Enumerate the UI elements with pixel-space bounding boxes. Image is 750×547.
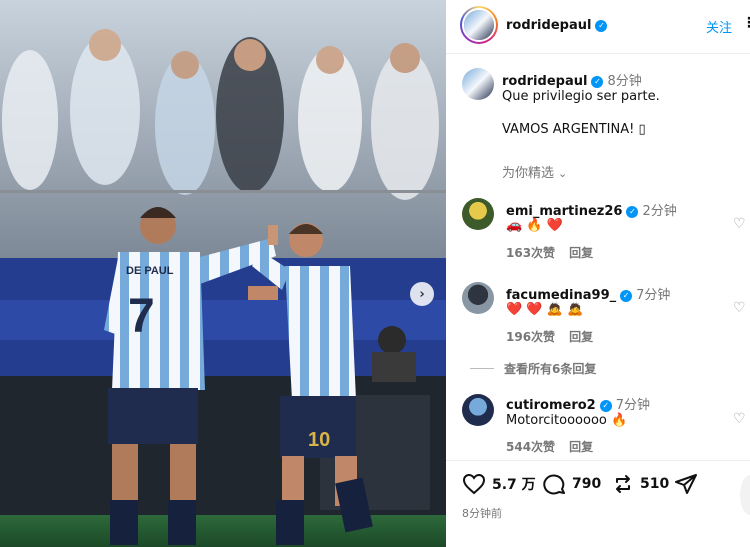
comment-meta: 544次赞 回复 [506, 438, 593, 455]
chevron-down-icon: ⌄ [558, 167, 568, 180]
photo-scene: DE PAUL 7 10 [0, 0, 446, 547]
repost-button[interactable]: 510 [612, 473, 669, 495]
jersey-name-text: DE PAUL [126, 265, 174, 277]
verified-icon: ✓ [591, 76, 604, 88]
comment-text: ❤️ ❤️ 🙇 🙇 [506, 302, 584, 317]
author-username[interactable]: rodridepaul ✓ [506, 18, 608, 33]
comment-time: 2分钟 [642, 204, 677, 219]
post-header: rodridepaul ✓ 关注 ⋮ [446, 0, 750, 54]
like-count: 5.7 万 [492, 477, 536, 493]
comment-like-count[interactable]: 196次赞 [506, 330, 555, 344]
like-button[interactable]: 5.7 万 [462, 473, 536, 495]
comment-like-count[interactable]: 163次赞 [506, 246, 555, 260]
comment-text: 🚗 🔥 ❤️ [506, 218, 563, 233]
author-username-text[interactable]: rodridepaul [506, 18, 591, 33]
comment-like-count[interactable]: 544次赞 [506, 440, 555, 454]
caption-avatar[interactable] [462, 68, 494, 100]
jersey-number-right-text: 10 [308, 429, 330, 451]
comment-username[interactable]: facumedina99_ ✓ 7分钟 [506, 284, 670, 303]
comment-button[interactable]: 790 [542, 473, 601, 495]
send-icon[interactable] [674, 473, 698, 495]
repost-icon[interactable] [612, 473, 634, 495]
repost-count: 510 [640, 476, 670, 492]
translate-label[interactable]: 为你精选 [502, 166, 554, 181]
next-photo-button[interactable]: › [410, 282, 434, 306]
comment-meta: 196次赞 回复 [506, 328, 593, 345]
comment-like-heart-icon[interactable]: ♡ [733, 300, 746, 316]
comment-username-text[interactable]: facumedina99_ [506, 288, 616, 303]
more-options-icon[interactable]: ⋮ [742, 15, 750, 31]
verified-icon: ✓ [599, 400, 612, 412]
verified-icon: ✓ [595, 20, 608, 32]
comment-time: 7分钟 [636, 288, 671, 303]
reply-button[interactable]: 回复 [569, 330, 593, 344]
author-avatar[interactable] [460, 6, 498, 44]
caption-username[interactable]: rodridepaul ✓ 8分钟 [502, 70, 642, 89]
translate-toggle[interactable]: 为你精选 ⌄ [502, 162, 567, 181]
comment-username[interactable]: emi_martinez26 ✓ 2分钟 [506, 200, 677, 219]
comment-like-heart-icon[interactable]: ♡ [733, 216, 746, 232]
comment-icon[interactable] [542, 473, 566, 495]
caption-time: 8分钟 [607, 74, 642, 89]
post-photo: DE PAUL 7 10 › [0, 0, 446, 547]
heart-icon[interactable] [462, 473, 486, 495]
caption-username-text[interactable]: rodridepaul [502, 74, 587, 89]
comment-avatar[interactable] [462, 394, 494, 426]
comment-meta: 163次赞 回复 [506, 244, 593, 261]
caption-text-line-2: VAMOS ARGENTINA! ▯ [502, 122, 646, 137]
reply-button[interactable]: 回复 [569, 246, 593, 260]
posted-time: 8分钟前 [462, 507, 502, 520]
reply-button[interactable]: 回复 [569, 440, 593, 454]
verified-icon: ✓ [620, 290, 633, 302]
follow-button[interactable]: 关注 [706, 17, 732, 36]
comment-username[interactable]: cutiromero2 ✓ 7分钟 [506, 394, 650, 413]
jersey-number-left-text: 7 [128, 290, 155, 343]
verified-icon: ✓ [626, 206, 639, 218]
comment-count: 790 [572, 476, 602, 492]
action-bar: 5.7 万 790 510 8分钟前 [446, 460, 750, 547]
comment-text: Motorcitoooooo 🔥 [506, 413, 628, 428]
share-button[interactable] [674, 473, 704, 495]
view-all-replies-button[interactable]: 查看所有6条回复 [504, 360, 596, 377]
caption-text-line-1: Que privilegio ser parte. [502, 89, 660, 104]
comment-like-heart-icon[interactable]: ♡ [733, 411, 746, 427]
post-sidebar: rodridepaul ✓ 关注 ⋮ rodridepaul ✓ 8分钟 Que pr… [446, 0, 750, 547]
comment-time: 7分钟 [615, 398, 651, 413]
comment-username-text[interactable]: cutiromero2 [506, 398, 596, 413]
comment-avatar[interactable] [462, 198, 494, 230]
comment-avatar[interactable] [462, 282, 494, 314]
comment-username-text[interactable]: emi_martinez26 [506, 204, 622, 219]
